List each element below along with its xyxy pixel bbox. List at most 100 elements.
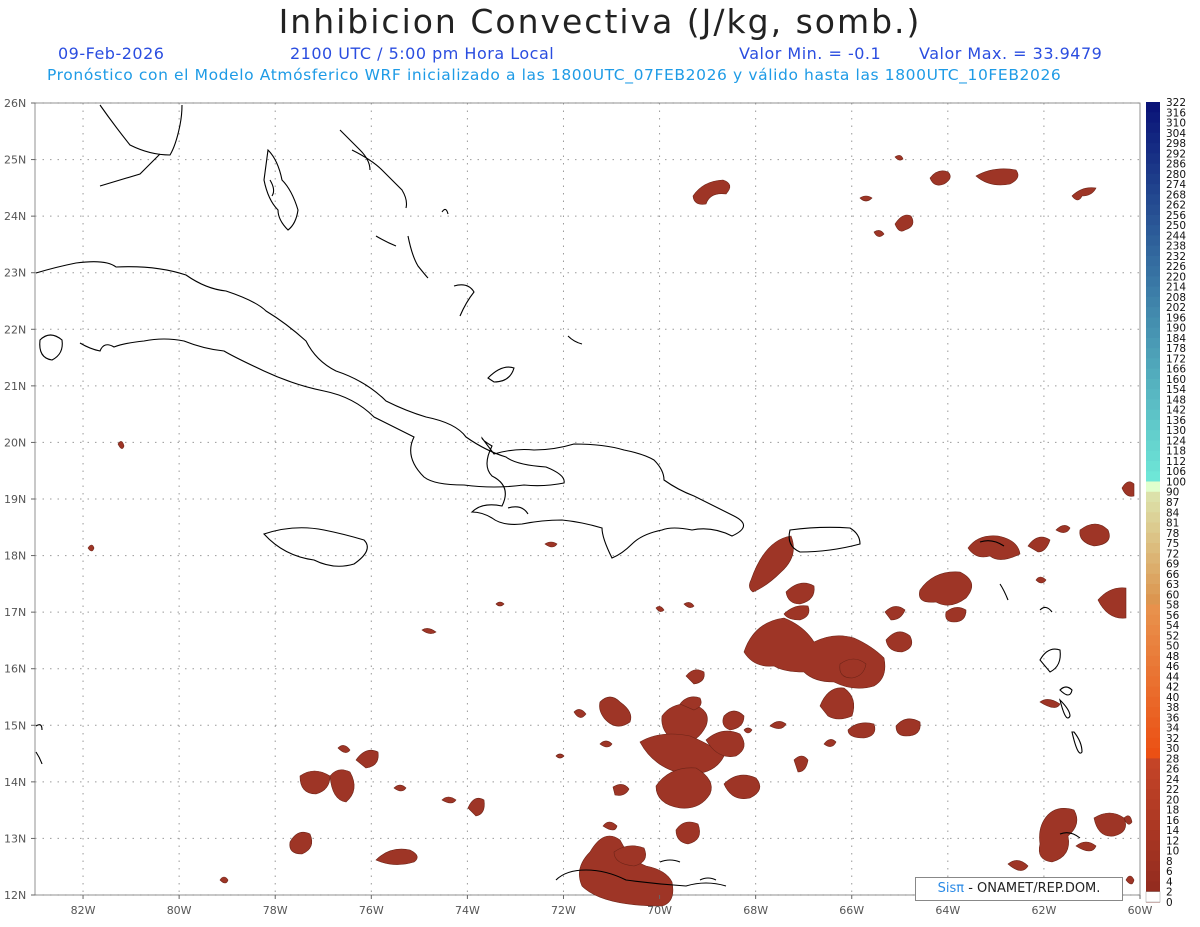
colorbar-swatch (1146, 235, 1160, 247)
colorbar-label: 0 (1166, 897, 1173, 909)
cin-blob (441, 796, 457, 804)
colorbar-swatch (1146, 850, 1160, 862)
colorbar-swatch (1146, 758, 1160, 770)
cin-blob (967, 535, 1021, 560)
cin-blob (1097, 587, 1127, 619)
colorbar-swatch (1146, 666, 1160, 677)
cin-blob (467, 797, 485, 817)
cin-blob (289, 831, 313, 855)
cin-blob (1038, 808, 1078, 863)
colorbar-swatch (1146, 768, 1160, 780)
lat-tick-label: 24N (4, 210, 26, 223)
colorbar-swatch (1146, 194, 1160, 206)
colorbar-swatch (1146, 809, 1160, 821)
lon-tick-label: 74W (455, 904, 480, 917)
cin-blob (894, 155, 904, 161)
credit-text: - ONAMET/REP.DOM. (964, 881, 1101, 896)
cin-blob (743, 617, 886, 689)
lon-tick-label: 64W (935, 904, 960, 917)
lat-tick-label: 25N (4, 154, 26, 167)
colorbar-swatch (1146, 266, 1160, 277)
cin-blob (1075, 841, 1097, 852)
colorbar-swatch (1146, 327, 1160, 339)
lat-tick-label: 14N (4, 776, 26, 789)
cin-blob (393, 784, 407, 792)
cin-blob (599, 696, 632, 727)
lat-tick-label: 16N (4, 663, 26, 676)
cin-blob (1093, 812, 1126, 837)
lon-tick-label: 78W (263, 904, 288, 917)
cin-blob (1007, 860, 1029, 871)
colorbar-swatch (1146, 778, 1160, 790)
cin-blob (919, 571, 973, 606)
lat-tick-label: 12N (4, 889, 26, 902)
colorbar-swatch (1146, 625, 1160, 636)
cin-blob (884, 606, 906, 621)
colorbar-swatch (1146, 573, 1160, 585)
cin-blob (823, 739, 837, 747)
cin-blob (683, 602, 695, 608)
colorbar-swatch (1146, 727, 1160, 739)
colorbar-swatch (1146, 132, 1160, 144)
colorbar-swatch (1146, 563, 1160, 575)
colorbar-swatch (1146, 214, 1160, 226)
lon-tick-label: 68W (743, 904, 768, 917)
colorbar-swatch (1146, 286, 1160, 298)
cin-blob (599, 740, 613, 748)
colorbar-swatch (1146, 307, 1160, 318)
colorbar-swatch (1146, 122, 1160, 134)
cin-blob (743, 727, 753, 734)
lat-tick-label: 18N (4, 550, 26, 563)
colorbar-swatch (1146, 276, 1160, 288)
colorbar-swatch (1146, 522, 1160, 534)
cin-blob (421, 628, 437, 634)
colorbar-swatch (1146, 368, 1160, 380)
cin-blob (819, 687, 855, 720)
lat-tick-label: 22N (4, 323, 26, 336)
colorbar-swatch (1146, 440, 1160, 452)
lon-tick-label: 72W (551, 904, 576, 917)
cin-blob (299, 770, 331, 795)
colorbar-swatch (1146, 655, 1160, 667)
colorbar-swatch (1146, 543, 1160, 554)
colorbar-swatch (1145, 891, 1161, 903)
colorbar-swatch (1146, 225, 1160, 236)
coastlines (35, 104, 1083, 887)
colorbar-swatch (1146, 460, 1160, 472)
cin-blob (1079, 523, 1110, 547)
cin-blob (573, 709, 587, 718)
cin-blob (847, 722, 876, 739)
colorbar-swatch (1146, 153, 1160, 165)
colorbar-swatch (1146, 860, 1160, 872)
cin-blob (885, 631, 913, 653)
lat-tick-label: 19N (4, 493, 26, 506)
colorbar-swatch (1146, 348, 1160, 359)
cin-blob (793, 755, 809, 773)
colorbar-swatch (1146, 676, 1160, 688)
colorbar-swatch (1146, 645, 1160, 657)
colorbar-swatch (1146, 163, 1160, 175)
credit-sis: Sisπ (937, 881, 965, 896)
cin-blob (655, 767, 712, 809)
colorbar-swatch (1146, 184, 1160, 195)
colorbar-swatch (1146, 840, 1160, 852)
lon-tick-label: 66W (839, 904, 864, 917)
colorbar-swatch (1146, 819, 1160, 831)
lat-tick-label: 13N (4, 832, 26, 845)
cin-blob (375, 848, 418, 865)
lat-tick-label: 20N (4, 436, 26, 449)
colorbar: 3223163103042982922862802742682622562502… (1145, 97, 1186, 909)
cin-blob (722, 710, 745, 731)
cin-blob (859, 195, 873, 202)
lat-tick-label: 21N (4, 380, 26, 393)
axis-labels: 82W 80W 78W 76W 74W 72W 70W 68W 66W 64W 62W 60W 26N 2… (4, 97, 1153, 917)
cin-blob (1125, 875, 1135, 885)
cin-blob (895, 718, 921, 737)
colorbar-swatch (1146, 737, 1160, 749)
colorbar-swatch (1146, 871, 1160, 882)
cin-blob (219, 876, 229, 884)
lat-tick-label: 17N (4, 606, 26, 619)
lon-tick-label: 82W (71, 904, 96, 917)
colorbar-swatch (1146, 512, 1160, 524)
map-canvas: 3223163103042982922862802742682622562502… (4, 97, 1186, 917)
